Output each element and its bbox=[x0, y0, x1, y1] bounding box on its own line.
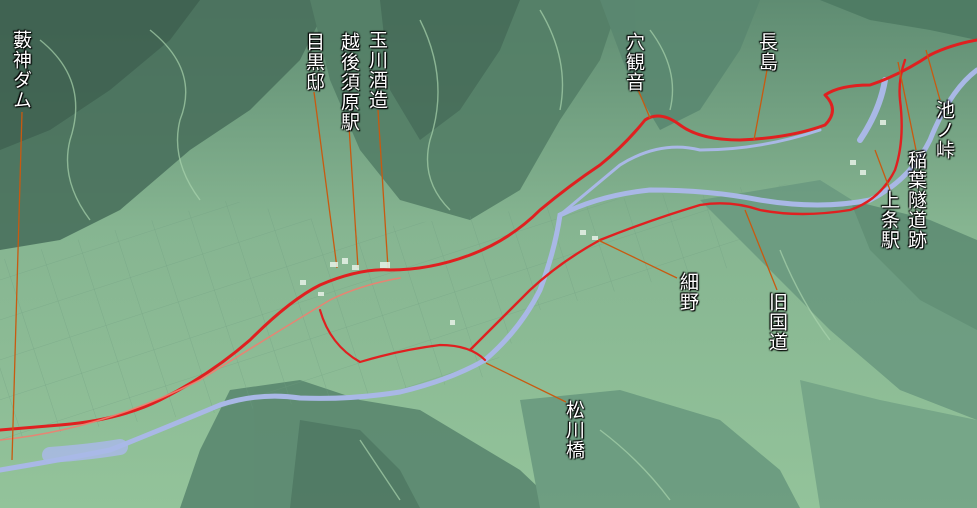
label-kyu-kokudo: 旧国道 bbox=[766, 292, 788, 352]
label-meguro-tei: 目黒邸 bbox=[303, 32, 325, 92]
label-kamijo-eki: 上条駅 bbox=[878, 190, 900, 250]
label-echigo-suhara-eki: 越後須原駅 bbox=[338, 32, 360, 132]
label-ana-kannon: 穴観音 bbox=[623, 32, 645, 92]
topographic-map: 藪神ダム 目黒邸 越後須原駅 玉川酒造 穴観音 長島 池ノ峠 稲葉隧道跡 上条駅… bbox=[0, 0, 977, 508]
label-yabukami-dam: 藪神ダム bbox=[10, 30, 32, 110]
label-inaba-zuido: 稲葉隧道跡 bbox=[905, 150, 927, 250]
label-tamagawa-shuzo: 玉川酒造 bbox=[366, 30, 388, 110]
label-nagashima: 長島 bbox=[756, 32, 778, 72]
label-matsukawa-bashi: 松川橋 bbox=[563, 400, 585, 460]
label-ikenokyo: 池ノ峠 bbox=[933, 100, 955, 160]
label-hosono: 細野 bbox=[677, 272, 699, 312]
map-canvas bbox=[0, 0, 977, 508]
